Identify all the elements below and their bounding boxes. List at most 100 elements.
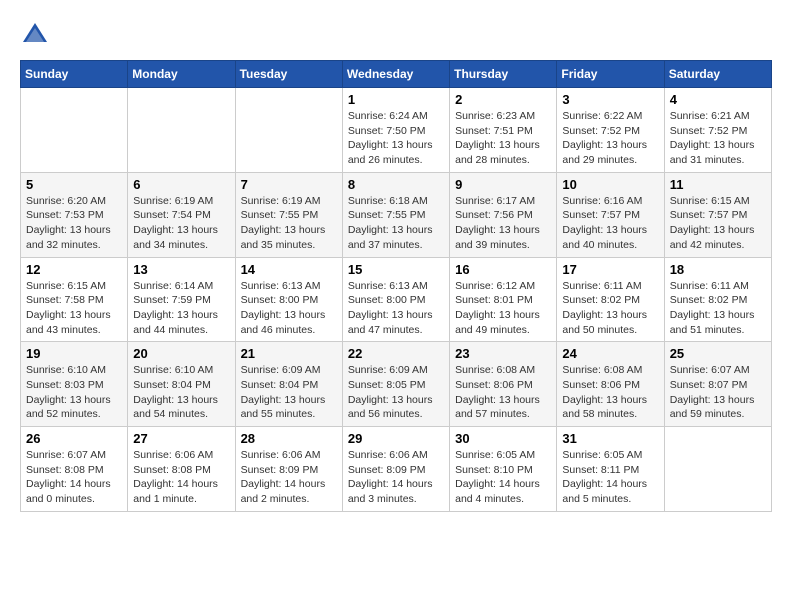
day-number: 30 xyxy=(455,431,551,446)
day-info: Sunrise: 6:07 AMSunset: 8:08 PMDaylight:… xyxy=(26,448,122,507)
calendar-cell: 28 Sunrise: 6:06 AMSunset: 8:09 PMDayligh… xyxy=(235,427,342,512)
day-number: 27 xyxy=(133,431,229,446)
calendar-cell: 16Sunrise: 6:12 AMSunset: 8:01 PMDayligh… xyxy=(450,257,557,342)
calendar-cell: 5Sunrise: 6:20 AMSunset: 7:53 PMDaylight… xyxy=(21,172,128,257)
calendar-cell: 25Sunrise: 6:07 AMSunset: 8:07 PMDayligh… xyxy=(664,342,771,427)
day-number: 13 xyxy=(133,262,229,277)
calendar-cell: 19 Sunrise: 6:10 AMSunset: 8:03 PMDayligh… xyxy=(21,342,128,427)
calendar-cell: 3 Sunrise: 6:22 AMSunset: 7:52 PMDaylight… xyxy=(557,88,664,173)
day-number: 26 xyxy=(26,431,122,446)
day-number: 1 xyxy=(348,92,444,107)
calendar-header-row: SundayMondayTuesdayWednesdayThursdayFrid… xyxy=(21,61,772,88)
calendar-cell: 15 Sunrise: 6:13 AMSunset: 8:00 PMDayligh… xyxy=(342,257,449,342)
calendar-cell xyxy=(235,88,342,173)
calendar-cell xyxy=(664,427,771,512)
day-info: Sunrise: 6:06 AMSunset: 8:09 PMDaylight:… xyxy=(348,448,444,507)
calendar-week-row: 19 Sunrise: 6:10 AMSunset: 8:03 PMDayligh… xyxy=(21,342,772,427)
day-number: 11 xyxy=(670,177,766,192)
day-number: 14 xyxy=(241,262,337,277)
logo-icon xyxy=(20,20,50,50)
calendar-cell: 22 Sunrise: 6:09 AMSunset: 8:05 PMDayligh… xyxy=(342,342,449,427)
calendar-cell: 13 Sunrise: 6:14 AMSunset: 7:59 PMDayligh… xyxy=(128,257,235,342)
calendar-header-thursday: Thursday xyxy=(450,61,557,88)
day-number: 29 xyxy=(348,431,444,446)
calendar-cell: 12 Sunrise: 6:15 AMSunset: 7:58 PMDayligh… xyxy=(21,257,128,342)
calendar-cell: 8Sunrise: 6:18 AMSunset: 7:55 PMDaylight… xyxy=(342,172,449,257)
calendar-cell: 27 Sunrise: 6:06 AMSunset: 8:08 PMDayligh… xyxy=(128,427,235,512)
day-number: 24 xyxy=(562,346,658,361)
day-info: Sunrise: 6:06 AMSunset: 8:08 PMDaylight:… xyxy=(133,448,229,507)
day-info: Sunrise: 6:19 AMSunset: 7:54 PMDaylight:… xyxy=(133,194,229,253)
day-number: 2 xyxy=(455,92,551,107)
day-info: Sunrise: 6:14 AMSunset: 7:59 PMDaylight:… xyxy=(133,279,229,338)
calendar-week-row: 12 Sunrise: 6:15 AMSunset: 7:58 PMDayligh… xyxy=(21,257,772,342)
calendar-cell: 30 Sunrise: 6:05 AMSunset: 8:10 PMDayligh… xyxy=(450,427,557,512)
day-number: 6 xyxy=(133,177,229,192)
calendar-cell: 31 Sunrise: 6:05 AMSunset: 8:11 PMDayligh… xyxy=(557,427,664,512)
day-info: Sunrise: 6:13 AMSunset: 8:00 PMDaylight:… xyxy=(348,279,444,338)
day-info: Sunrise: 6:06 AMSunset: 8:09 PMDaylight:… xyxy=(241,448,337,507)
calendar-cell xyxy=(21,88,128,173)
page-header xyxy=(20,20,772,50)
day-info: Sunrise: 6:21 AMSunset: 7:52 PMDaylight:… xyxy=(670,109,766,168)
calendar-cell: 21 Sunrise: 6:09 AMSunset: 8:04 PMDayligh… xyxy=(235,342,342,427)
day-number: 15 xyxy=(348,262,444,277)
day-info: Sunrise: 6:11 AMSunset: 8:02 PMDaylight:… xyxy=(562,279,658,338)
calendar-cell xyxy=(128,88,235,173)
calendar-cell: 23 Sunrise: 6:08 AMSunset: 8:06 PMDayligh… xyxy=(450,342,557,427)
day-number: 16 xyxy=(455,262,551,277)
calendar-header-tuesday: Tuesday xyxy=(235,61,342,88)
calendar-cell: 2 Sunrise: 6:23 AMSunset: 7:51 PMDaylight… xyxy=(450,88,557,173)
calendar-week-row: 1Sunrise: 6:24 AMSunset: 7:50 PMDaylight… xyxy=(21,88,772,173)
day-number: 20 xyxy=(133,346,229,361)
calendar-cell: 18Sunrise: 6:11 AMSunset: 8:02 PMDayligh… xyxy=(664,257,771,342)
day-info: Sunrise: 6:09 AMSunset: 8:05 PMDaylight:… xyxy=(348,363,444,422)
day-info: Sunrise: 6:11 AMSunset: 8:02 PMDaylight:… xyxy=(670,279,766,338)
calendar-cell: 6 Sunrise: 6:19 AMSunset: 7:54 PMDaylight… xyxy=(128,172,235,257)
calendar-header-monday: Monday xyxy=(128,61,235,88)
calendar-header-saturday: Saturday xyxy=(664,61,771,88)
calendar-cell: 14 Sunrise: 6:13 AMSunset: 8:00 PMDayligh… xyxy=(235,257,342,342)
day-info: Sunrise: 6:22 AMSunset: 7:52 PMDaylight:… xyxy=(562,109,658,168)
day-info: Sunrise: 6:19 AMSunset: 7:55 PMDaylight:… xyxy=(241,194,337,253)
day-number: 23 xyxy=(455,346,551,361)
day-number: 12 xyxy=(26,262,122,277)
day-info: Sunrise: 6:16 AMSunset: 7:57 PMDaylight:… xyxy=(562,194,658,253)
calendar-cell: 11 Sunrise: 6:15 AMSunset: 7:57 PMDayligh… xyxy=(664,172,771,257)
day-info: Sunrise: 6:08 AMSunset: 8:06 PMDaylight:… xyxy=(455,363,551,422)
day-info: Sunrise: 6:10 AMSunset: 8:04 PMDaylight:… xyxy=(133,363,229,422)
day-info: Sunrise: 6:23 AMSunset: 7:51 PMDaylight:… xyxy=(455,109,551,168)
day-info: Sunrise: 6:13 AMSunset: 8:00 PMDaylight:… xyxy=(241,279,337,338)
day-number: 22 xyxy=(348,346,444,361)
logo xyxy=(20,20,54,50)
calendar-cell: 24 Sunrise: 6:08 AMSunset: 8:06 PMDayligh… xyxy=(557,342,664,427)
day-info: Sunrise: 6:08 AMSunset: 8:06 PMDaylight:… xyxy=(562,363,658,422)
calendar-week-row: 26 Sunrise: 6:07 AMSunset: 8:08 PMDayligh… xyxy=(21,427,772,512)
day-number: 19 xyxy=(26,346,122,361)
day-number: 21 xyxy=(241,346,337,361)
calendar-header-wednesday: Wednesday xyxy=(342,61,449,88)
calendar-cell: 29 Sunrise: 6:06 AMSunset: 8:09 PMDayligh… xyxy=(342,427,449,512)
calendar-header-sunday: Sunday xyxy=(21,61,128,88)
day-info: Sunrise: 6:10 AMSunset: 8:03 PMDaylight:… xyxy=(26,363,122,422)
day-info: Sunrise: 6:09 AMSunset: 8:04 PMDaylight:… xyxy=(241,363,337,422)
day-info: Sunrise: 6:05 AMSunset: 8:10 PMDaylight:… xyxy=(455,448,551,507)
day-number: 31 xyxy=(562,431,658,446)
calendar-cell: 10 Sunrise: 6:16 AMSunset: 7:57 PMDayligh… xyxy=(557,172,664,257)
calendar-table: SundayMondayTuesdayWednesdayThursdayFrid… xyxy=(20,60,772,512)
day-info: Sunrise: 6:20 AMSunset: 7:53 PMDaylight:… xyxy=(26,194,122,253)
calendar-week-row: 5Sunrise: 6:20 AMSunset: 7:53 PMDaylight… xyxy=(21,172,772,257)
day-number: 17 xyxy=(562,262,658,277)
calendar-cell: 26 Sunrise: 6:07 AMSunset: 8:08 PMDayligh… xyxy=(21,427,128,512)
day-info: Sunrise: 6:15 AMSunset: 7:58 PMDaylight:… xyxy=(26,279,122,338)
day-number: 7 xyxy=(241,177,337,192)
day-info: Sunrise: 6:17 AMSunset: 7:56 PMDaylight:… xyxy=(455,194,551,253)
day-number: 3 xyxy=(562,92,658,107)
day-info: Sunrise: 6:05 AMSunset: 8:11 PMDaylight:… xyxy=(562,448,658,507)
calendar-cell: 4Sunrise: 6:21 AMSunset: 7:52 PMDaylight… xyxy=(664,88,771,173)
day-number: 10 xyxy=(562,177,658,192)
day-info: Sunrise: 6:15 AMSunset: 7:57 PMDaylight:… xyxy=(670,194,766,253)
day-number: 28 xyxy=(241,431,337,446)
day-number: 25 xyxy=(670,346,766,361)
calendar-header-friday: Friday xyxy=(557,61,664,88)
